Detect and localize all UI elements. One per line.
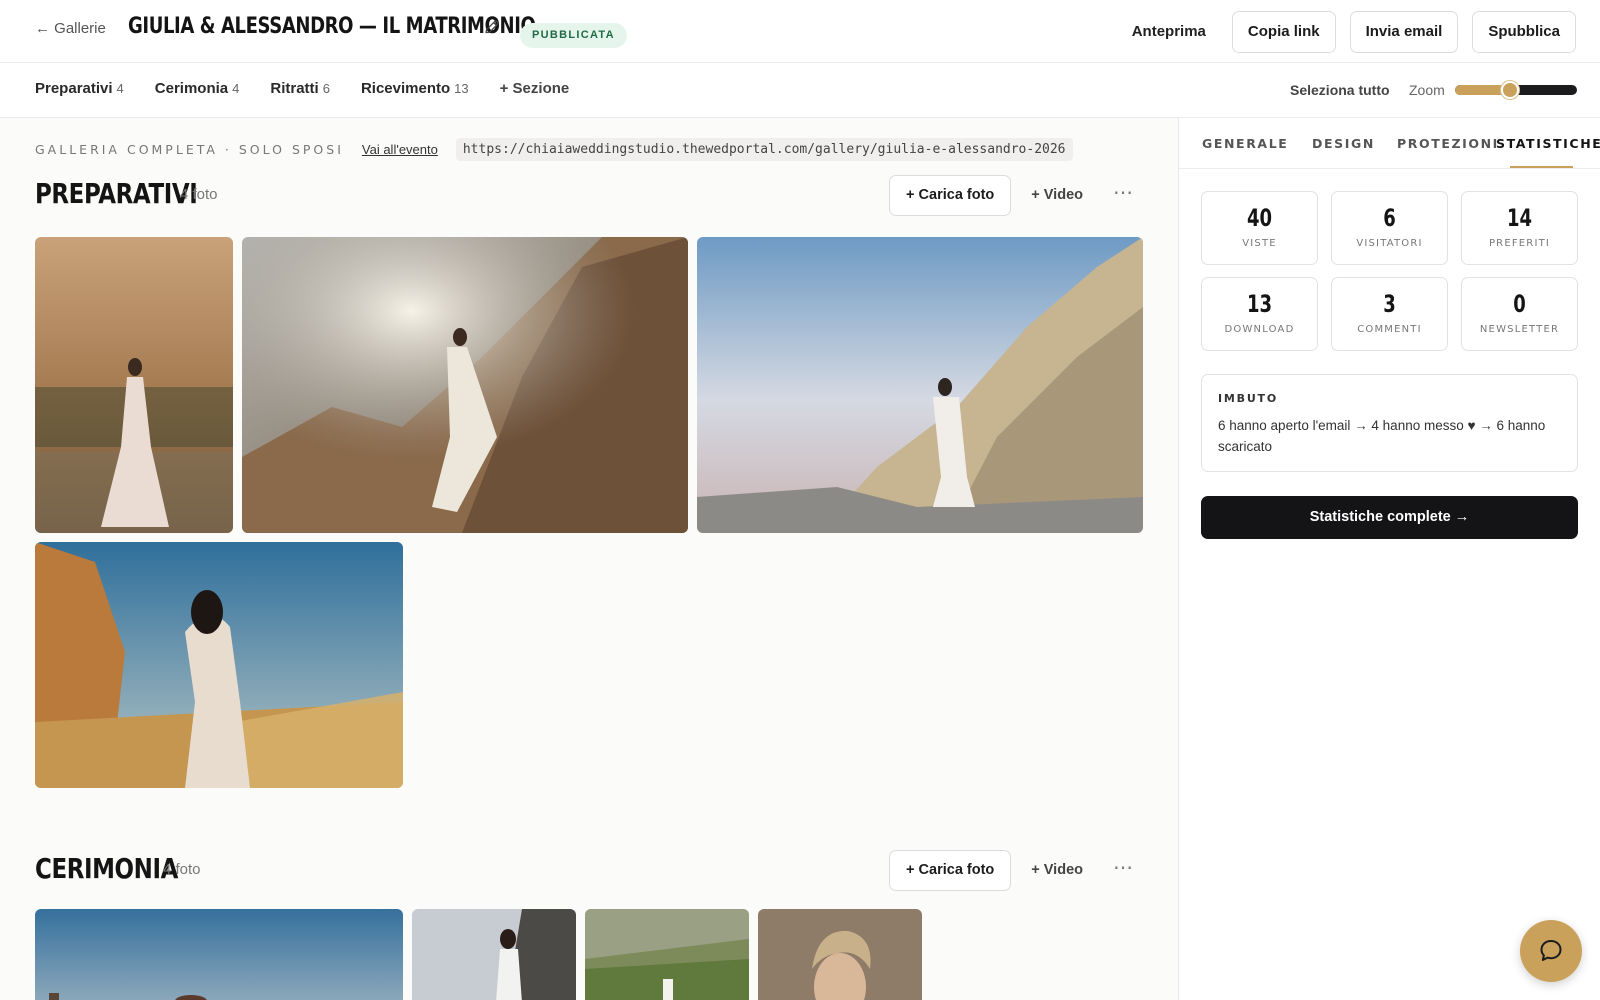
chat-button[interactable]: [1520, 920, 1582, 982]
add-section-button[interactable]: + Sezione: [500, 80, 570, 97]
stat-value: 6: [1383, 204, 1396, 232]
gallerie-back-label: ← Gallerie: [35, 20, 106, 37]
section-title: PREPARATIVI: [35, 177, 198, 210]
tab-statistiche[interactable]: STATISTICHE: [1496, 136, 1600, 151]
section-photo-count: 4 foto: [163, 861, 201, 878]
stat-label: DOWNLOAD: [1224, 324, 1295, 335]
active-tab-indicator: [1510, 166, 1573, 168]
section-tab-ricevimento[interactable]: Ricevimento 13: [361, 80, 469, 97]
full-stats-button[interactable]: Statistiche complete →: [1201, 496, 1578, 539]
section-tab-count: 13: [454, 81, 469, 96]
stat-value: 0: [1513, 290, 1526, 318]
section-tab-count: 4: [232, 81, 240, 96]
photo-thumbnail[interactable]: [585, 909, 749, 1000]
section-tab-label: Ritratti: [270, 80, 319, 97]
zoom-label: Zoom: [1409, 82, 1445, 98]
gallery-section-preparativi: PREPARATIVI 4 foto + Carica foto + Video…: [35, 175, 1143, 217]
funnel-text: 6 hanno aperto l'email → 4 hanno messo ♥…: [1218, 418, 1546, 454]
add-video-button[interactable]: + Video: [1019, 175, 1095, 216]
status-badge: PUBBLICATA: [520, 23, 627, 48]
zoom-slider[interactable]: [1455, 81, 1577, 99]
photo-thumbnail[interactable]: [412, 909, 576, 1000]
pencil-icon[interactable]: [483, 18, 501, 36]
funnel-title: IMBUTO: [1218, 392, 1279, 405]
photo-thumbnail[interactable]: [758, 909, 922, 1000]
photo-thumbnail[interactable]: [35, 237, 233, 533]
back-to-galleries-link[interactable]: ← Gallerie: [35, 20, 106, 37]
gallery-main: GALLERIA COMPLETA · SOLO SPOSI Vai all'e…: [0, 118, 1178, 1000]
tab-design[interactable]: DESIGN: [1312, 136, 1375, 151]
gallery-visibility-label: GALLERIA COMPLETA · SOLO SPOSI: [35, 142, 344, 157]
photo-thumbnail[interactable]: [35, 542, 403, 788]
upload-photo-button[interactable]: + Carica foto: [889, 175, 1012, 216]
stat-value: 3: [1383, 290, 1396, 318]
section-tab-label: Preparativi: [35, 80, 113, 97]
section-nav-bar: Preparativi 4 Cerimonia 4 Ritratti 6 Ricevi…: [0, 63, 1600, 118]
section-tab-count: 6: [322, 81, 330, 96]
copy-link-button[interactable]: Copia link: [1231, 11, 1336, 53]
gallery-meta-row: GALLERIA COMPLETA · SOLO SPOSI Vai all'e…: [35, 138, 1073, 161]
stat-card-visitors: 6 VISITATORI: [1331, 191, 1448, 265]
stat-label: COMMENTI: [1357, 324, 1422, 335]
upload-photo-button[interactable]: + Carica foto: [889, 850, 1012, 891]
stat-card-comments: 3 COMMENTI: [1331, 277, 1448, 351]
stat-label: NEWSLETTER: [1479, 324, 1560, 335]
gallery-url[interactable]: https://chiaiaweddingstudio.thewedportal…: [455, 138, 1073, 161]
stat-value: 40: [1246, 204, 1273, 232]
tab-protezioni[interactable]: PROTEZIONI: [1397, 136, 1499, 151]
stat-label: VISITATORI: [1356, 238, 1423, 249]
stat-card-newsletter: 0 NEWSLETTER: [1461, 277, 1578, 351]
zoom-slider-thumb[interactable]: [1500, 81, 1519, 99]
top-bar: ← Gallerie GIULIA & ALESSANDRO — IL MATR…: [0, 0, 1600, 63]
section-tab-cerimonia[interactable]: Cerimonia 4: [155, 80, 240, 97]
select-all-button[interactable]: Seleziona tutto: [1290, 82, 1390, 98]
more-options-button[interactable]: ⋯: [1103, 850, 1143, 891]
chat-icon: [1540, 940, 1562, 961]
stat-value: 13: [1246, 290, 1273, 318]
send-email-button[interactable]: Invia email: [1349, 11, 1459, 53]
more-options-button[interactable]: ⋯: [1103, 175, 1143, 216]
photo-thumbnail[interactable]: [35, 909, 403, 1000]
section-tab-label: Cerimonia: [154, 80, 229, 97]
stat-label: PREFERITI: [1488, 238, 1551, 249]
section-tab-preparativi[interactable]: Preparativi 4: [35, 80, 124, 97]
preview-button[interactable]: Anteprima: [1120, 11, 1218, 53]
funnel-card: IMBUTO 6 hanno aperto l'email → 4 hanno …: [1201, 374, 1578, 472]
stat-label: VISTE: [1242, 238, 1277, 249]
gallery-title: GIULIA & ALESSANDRO — IL MATRIMONIO: [128, 14, 536, 39]
stat-card-downloads: 13 DOWNLOAD: [1201, 277, 1318, 351]
section-tab-ritratti[interactable]: Ritratti 6: [270, 80, 330, 97]
stat-card-views: 40 VISTE: [1201, 191, 1318, 265]
section-photo-count: 4 foto: [180, 186, 218, 203]
settings-panel: GENERALE DESIGN PROTEZIONI STATISTICHE 4…: [1178, 118, 1600, 1000]
photo-thumbnail[interactable]: [242, 237, 688, 533]
section-tab-count: 4: [116, 81, 124, 96]
photo-thumbnail[interactable]: [697, 237, 1143, 533]
tab-generale[interactable]: GENERALE: [1202, 136, 1288, 151]
panel-tabs: GENERALE DESIGN PROTEZIONI STATISTICHE: [1179, 118, 1600, 169]
section-tab-label: Ricevimento: [360, 80, 451, 97]
stat-value: 14: [1506, 204, 1533, 232]
stat-card-favorites: 14 PREFERITI: [1461, 191, 1578, 265]
gallery-section-cerimonia: CERIMONIA 4 foto + Carica foto + Video ⋯: [35, 850, 1143, 892]
section-title: CERIMONIA: [35, 852, 178, 885]
go-to-event-link[interactable]: Vai all'evento: [362, 142, 438, 157]
add-video-button[interactable]: + Video: [1019, 850, 1095, 891]
unpublish-button[interactable]: Spubblica: [1472, 11, 1576, 53]
